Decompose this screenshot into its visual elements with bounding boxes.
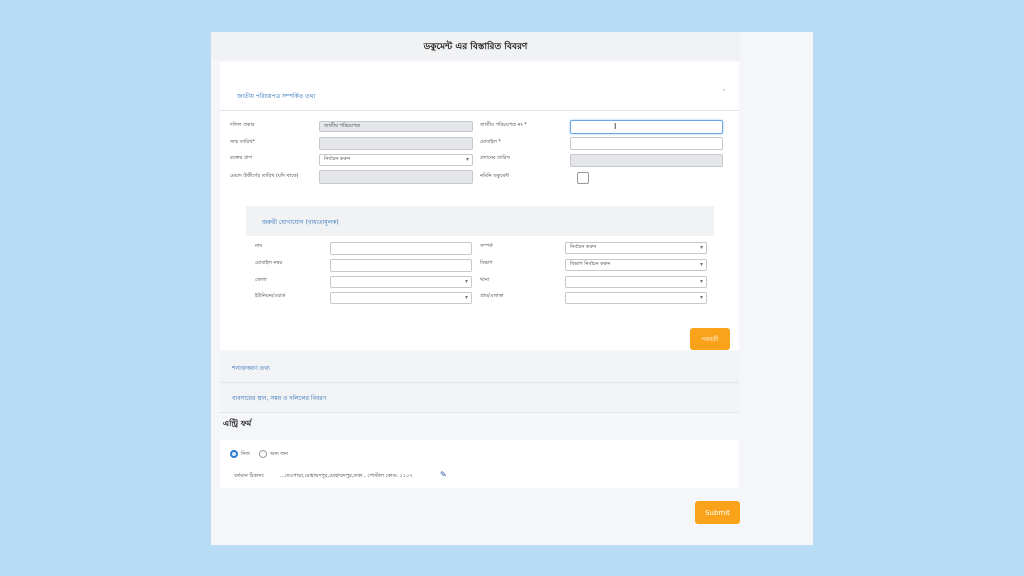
radio-other-label: অন্য জন <box>270 451 288 457</box>
thana-select[interactable] <box>565 276 707 288</box>
nid-no-label: জাতীয় পরিচয়পত্র নং * <box>480 122 527 128</box>
village-select[interactable] <box>565 292 707 304</box>
dob-field <box>319 137 473 150</box>
district-select[interactable] <box>330 276 472 288</box>
radio-other[interactable] <box>259 450 267 458</box>
contact-header: জরুরী যোগাযোগ (বাধ্যতামূলক) <box>262 219 339 226</box>
address-value: ...দেওপাড়া,মোহাম্মদপুর,মোহাম্মদপুর,ঢাকা… <box>280 473 413 479</box>
relation-value: নির্বাচন করুন <box>570 244 597 250</box>
id-type-field: জাতীয় পরিচয়পত্র <box>319 121 473 132</box>
issue-date-field <box>570 154 723 167</box>
entry-card: নিজ অন্য জন বর্তমান ঠিকানা: ...দেওপাড়া,… <box>220 440 739 488</box>
nid-section: জাতীয় পরিচয়পত্র সম্পর্কিত তথ্য ⌃ দলিল … <box>220 80 739 350</box>
nominee-label: নমিনি ডকুমেন্ট <box>480 173 510 179</box>
address-label: বর্তমান ঠিকানা: <box>234 473 265 479</box>
union-select[interactable] <box>330 292 472 304</box>
nominee-checkbox[interactable] <box>577 172 589 184</box>
page-title: ডকুমেন্ট এর বিস্তারিত বিবরণ <box>211 32 740 60</box>
entry-form-title: এন্ট্রি ফর্ম <box>223 419 252 428</box>
contact-name-input[interactable] <box>330 242 472 255</box>
expiry-field <box>319 170 473 184</box>
edit-icon[interactable]: ✎ <box>440 470 447 479</box>
division-select[interactable]: বিভাগ নির্বাচন করুন <box>565 259 707 271</box>
top-band <box>220 62 739 80</box>
relation-label: সম্পর্ক <box>480 243 493 249</box>
relation-select[interactable]: নির্বাচন করুন <box>565 242 707 254</box>
radio-self[interactable] <box>230 450 238 458</box>
contact-header-band: জরুরী যোগাযোগ (বাধ্যতামূলক) <box>246 206 714 236</box>
divider <box>220 412 739 413</box>
radio-self-label: নিজ <box>241 451 250 457</box>
text-cursor-icon: I <box>614 122 617 131</box>
form-page: ডকুমেন্ট এর বিস্তারিত বিবরণ জাতীয় পরিচয… <box>211 32 813 545</box>
division-value: বিভাগ নির্বাচন করুন <box>570 261 611 267</box>
nid-no-input[interactable] <box>570 120 723 134</box>
contact-name-label: নাম <box>255 243 263 249</box>
business-section[interactable]: ব্যবসায়ের স্থান, সময় ও দলিলের বিবরণ <box>220 383 739 411</box>
chevron-up-icon[interactable]: ⌃ <box>721 88 727 96</box>
identification-section[interactable]: শনাক্তকরণ তথ্য <box>220 352 739 382</box>
blood-group-label: রক্তের গ্রুপ <box>230 155 253 161</box>
contact-mobile-input[interactable] <box>330 259 472 272</box>
business-section-header[interactable]: ব্যবসায়ের স্থান, সময় ও দলিলের বিবরণ <box>232 393 326 404</box>
submit-button[interactable]: Submit <box>695 501 740 524</box>
thana-label: থানা <box>480 277 490 283</box>
expiry-label: মেয়াদ উত্তীর্ণের তারিখ (যদি থাকে) <box>230 173 299 179</box>
division-label: বিভাগ <box>480 260 493 266</box>
union-label: ইউনিয়ন/ওয়ার্ড <box>255 293 286 299</box>
blood-group-value: নির্বাচন করুন <box>324 156 351 162</box>
village-label: গ্রাম/এলাকা <box>480 293 504 299</box>
id-type-label: দলিল প্রকার <box>230 122 255 128</box>
issue-date-label: প্রদানের তারিখ <box>480 155 510 161</box>
identification-section-header[interactable]: শনাক্তকরণ তথ্য <box>232 363 270 374</box>
divider <box>220 110 739 111</box>
nid-section-header[interactable]: জাতীয় পরিচয়পত্র সম্পর্কিত তথ্য <box>237 91 315 102</box>
mobile-label: মোবাইল * <box>480 139 501 145</box>
blood-group-select[interactable]: নির্বাচন করুন <box>319 154 473 166</box>
district-label: জেলা <box>255 277 267 283</box>
mobile-input[interactable] <box>570 137 723 150</box>
dob-label: জন্ম তারিখ* <box>230 139 256 145</box>
next-button[interactable]: পরবর্তী <box>690 328 730 350</box>
contact-mobile-label: মোবাইল নম্বর <box>255 260 283 266</box>
